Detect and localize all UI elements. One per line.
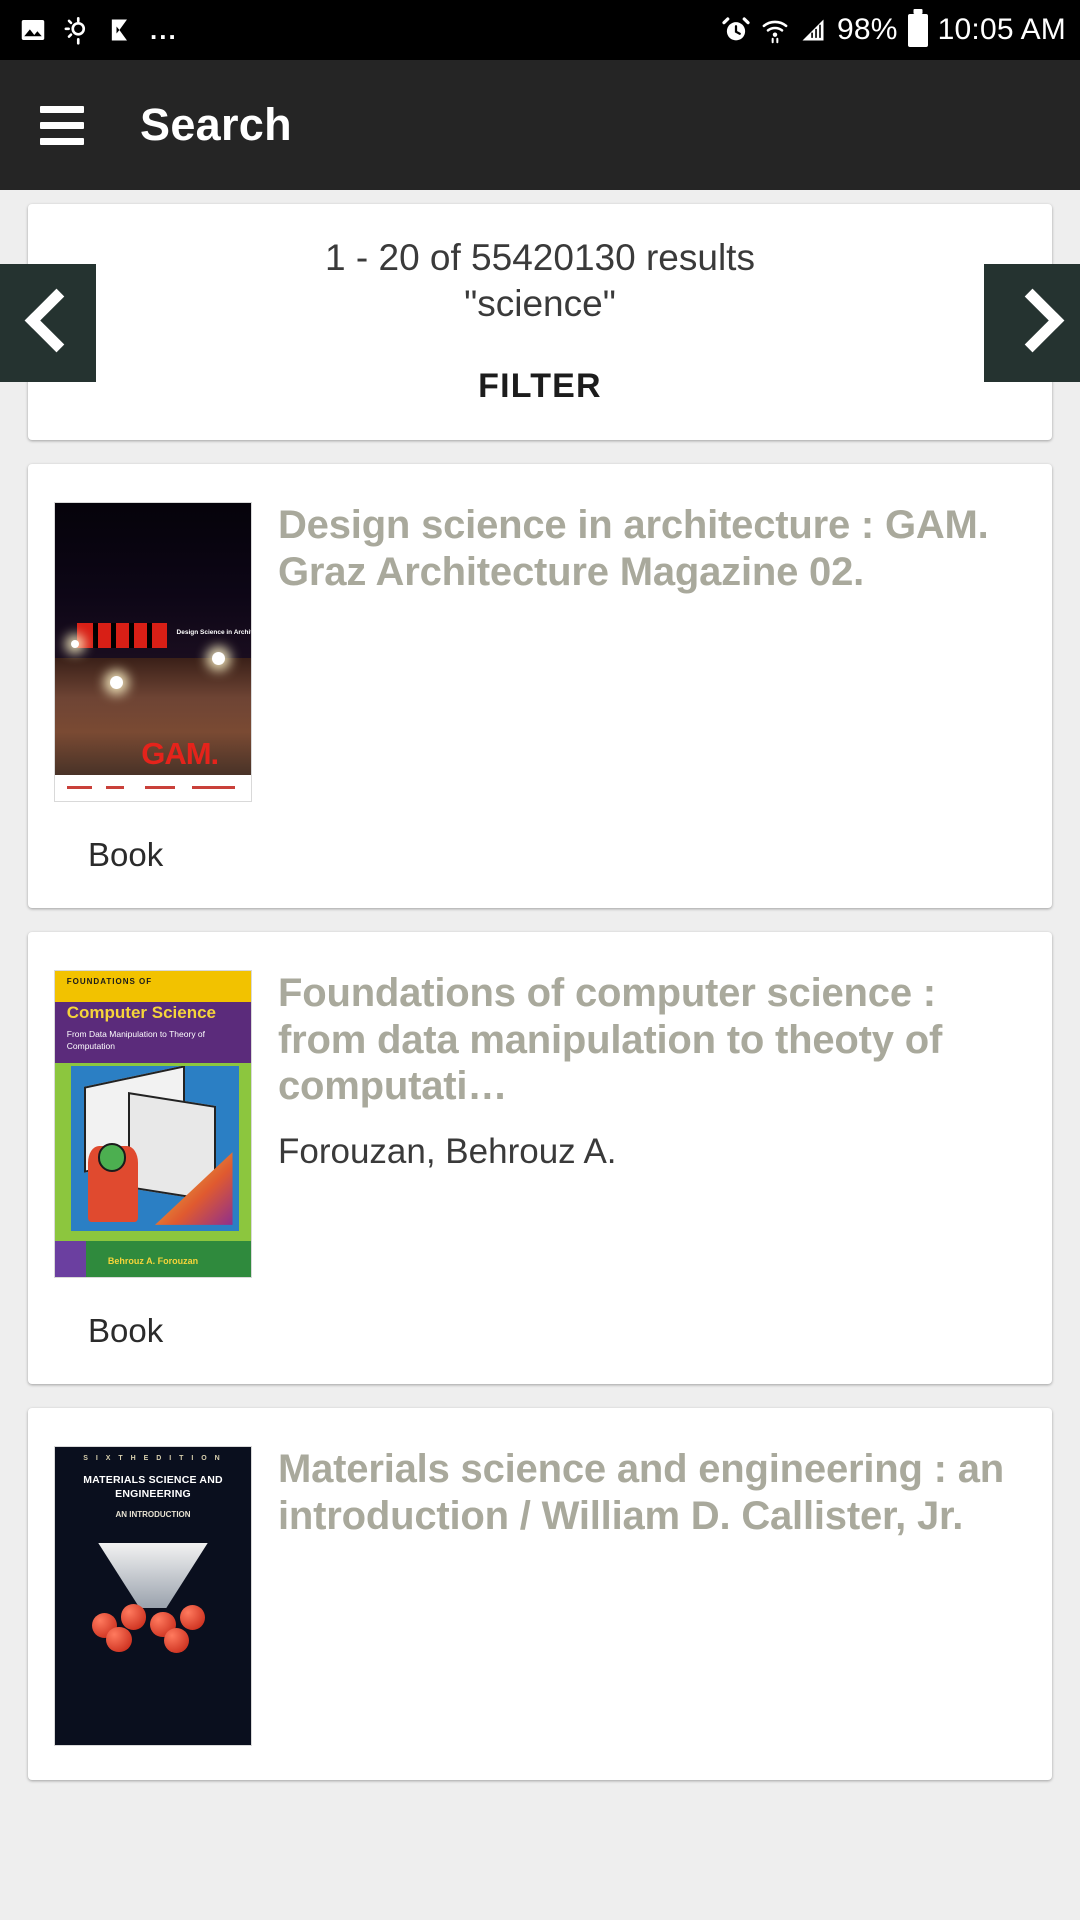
next-page-button[interactable] — [984, 264, 1080, 382]
wifi-icon — [761, 15, 789, 45]
results-count-label: 1 - 20 of 55420130 results — [325, 237, 755, 278]
result-info-column: Design science in architec­ture : GAM. G… — [278, 502, 1052, 874]
cover-author-label: Behrouz A. Forouzan — [107, 1256, 199, 1267]
cover-line2-label: AN INTRODUCTION — [115, 1509, 191, 1519]
search-query-label: "science" — [464, 283, 616, 325]
result-title[interactable]: Foundations of computer science : from d… — [278, 970, 1014, 1109]
page-title: Search — [140, 99, 292, 150]
result-thumbnail-column: FOUNDATIONS OF Computer Science From Dat… — [28, 970, 278, 1350]
cover-sphere — [163, 1628, 189, 1654]
book-cover-image[interactable]: S I X T H E D I T I O N MATERIALS SCIENC… — [54, 1446, 252, 1747]
cover-line1-label: FOUNDATIONS OF — [66, 977, 153, 987]
cover-top-band — [55, 971, 251, 1002]
result-author: Forouzan, Behrouz A. — [278, 1131, 617, 1171]
hamburger-menu-icon[interactable] — [40, 100, 84, 151]
cover-sphere — [121, 1604, 147, 1630]
battery-percent-label: 98% — [836, 13, 898, 46]
brightness-icon — [62, 15, 92, 45]
book-cover-image[interactable]: FOUNDATIONS OF Computer Science From Dat… — [54, 970, 252, 1279]
filter-button[interactable]: FILTER — [478, 367, 602, 406]
status-bar-right-icons: 98% 10:05 AM — [721, 13, 1066, 47]
result-title[interactable]: Design science in architec­ture : GAM. G… — [278, 502, 1014, 595]
result-thumbnail-column: Design Science in Architecture GAM. GRAZ… — [28, 502, 278, 874]
scroll-spacer — [0, 1790, 1080, 1798]
result-info-column: Foundations of computer science : from d… — [278, 970, 1052, 1350]
results-scroll-area[interactable]: 1 - 20 of 55420130 results "science" FIL… — [0, 204, 1080, 1798]
cover-line2-label: Computer Science — [66, 1003, 217, 1023]
cover-line1-label: MATERIALS SCIENCE AND ENGINEERING — [83, 1474, 223, 1500]
cover-footer-bar — [55, 774, 251, 802]
cover-spheres-group — [86, 1602, 219, 1654]
cover-red-bar — [76, 622, 167, 648]
checkmark-flag-icon — [106, 15, 134, 45]
book-cover-image[interactable]: Design Science in Architecture GAM. GRAZ… — [54, 502, 252, 803]
previous-page-button[interactable] — [0, 264, 96, 382]
cover-sphere — [106, 1627, 132, 1653]
chevron-right-icon — [1014, 292, 1050, 354]
cover-line3-label: From Data Manipulation to Theory of Comp… — [66, 1029, 206, 1051]
alarm-icon — [721, 15, 751, 45]
clock-label: 10:05 AM — [937, 13, 1066, 46]
result-card[interactable]: FOUNDATIONS OF Computer Science From Dat… — [28, 932, 1052, 1385]
battery-icon — [907, 13, 928, 47]
cover-lamp-icon — [109, 676, 123, 690]
status-overflow-dots: ... — [150, 15, 178, 45]
signal-icon — [799, 15, 827, 45]
cover-figure-head — [97, 1143, 127, 1172]
chevron-left-icon — [30, 292, 66, 354]
result-info-column: Materials science and en­gineering : an … — [278, 1446, 1052, 1746]
cover-subtitle: Design Science in Architecture — [176, 628, 252, 636]
result-thumbnail-column: S I X T H E D I T I O N MATERIALS SCIENC… — [28, 1446, 278, 1747]
cover-logo-label: GAM. — [141, 735, 219, 771]
cover-artwork — [70, 1066, 240, 1232]
cover-edition-label: S I X T H E D I T I O N — [83, 1454, 223, 1462]
result-card[interactable]: Design Science in Architecture GAM. GRAZ… — [28, 464, 1052, 909]
pagination-card: 1 - 20 of 55420130 results "science" FIL… — [0, 204, 1080, 441]
status-bar: ... 98% 10:05 AM — [0, 0, 1080, 60]
status-bar-left-icons: ... — [18, 15, 178, 45]
result-type-label: Book — [88, 836, 164, 874]
cover-sphere — [179, 1605, 205, 1631]
image-icon — [18, 15, 48, 45]
result-type-label: Book — [88, 1312, 164, 1350]
cover-cone-shape — [98, 1542, 208, 1609]
result-card[interactable]: S I X T H E D I T I O N MATERIALS SCIENC… — [28, 1408, 1052, 1781]
app-bar: Search — [0, 60, 1080, 190]
result-title[interactable]: Materials science and en­gineering : an … — [278, 1446, 1014, 1539]
